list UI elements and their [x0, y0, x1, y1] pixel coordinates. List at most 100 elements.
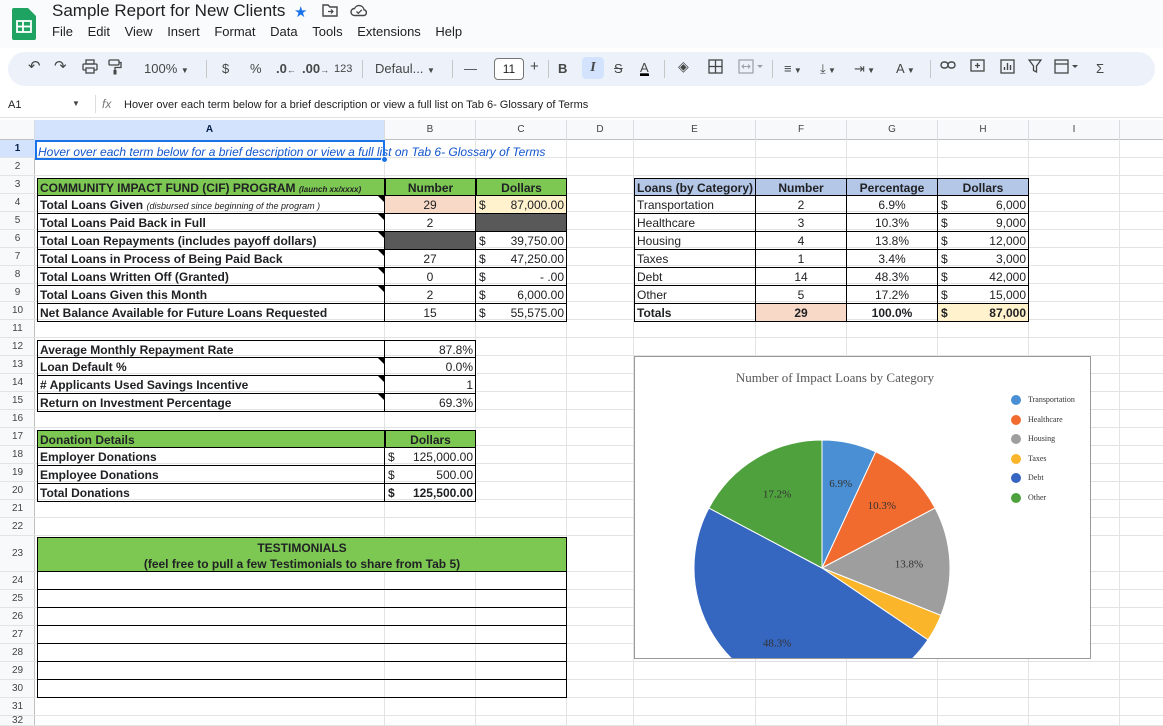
- insert-comment-icon[interactable]: [970, 59, 985, 78]
- insert-link-icon[interactable]: [940, 59, 956, 75]
- column-header[interactable]: I: [1029, 120, 1120, 140]
- category-percentage[interactable]: 3.4%: [847, 250, 938, 268]
- metric-label[interactable]: Loan Default %: [37, 358, 385, 376]
- category-dollars[interactable]: $15,000: [938, 286, 1029, 304]
- testimonial-row[interactable]: [37, 644, 567, 662]
- row-header[interactable]: 8: [0, 266, 35, 284]
- category-name[interactable]: Taxes: [634, 250, 756, 268]
- category-name[interactable]: Housing: [634, 232, 756, 250]
- row-header[interactable]: 7: [0, 248, 35, 266]
- print-icon[interactable]: [82, 59, 98, 78]
- sheets-logo-icon[interactable]: [12, 8, 36, 40]
- insert-chart-icon[interactable]: [1000, 59, 1015, 78]
- font-family-select[interactable]: Defaul... ▼: [375, 61, 435, 79]
- filter-views-icon[interactable]: [1054, 59, 1080, 78]
- row-header[interactable]: 3: [0, 176, 35, 194]
- program-row-dollars[interactable]: $6,000.00: [476, 286, 567, 304]
- zoom-select[interactable]: 100% ▼: [144, 61, 189, 79]
- category-header[interactable]: Loans (by Category): [634, 178, 756, 196]
- column-header[interactable]: F: [756, 120, 847, 140]
- donation-row-value[interactable]: $500.00: [385, 466, 476, 484]
- testimonial-row[interactable]: [37, 572, 567, 590]
- more-formats-button[interactable]: 123: [334, 61, 352, 77]
- formula-input[interactable]: Hover over each term below for a brief d…: [124, 99, 588, 111]
- row-header[interactable]: 29: [0, 662, 35, 680]
- program-row-number[interactable]: [385, 232, 476, 250]
- program-row-number[interactable]: 29: [385, 196, 476, 214]
- row-header[interactable]: 23: [0, 536, 35, 572]
- row-header[interactable]: 17: [0, 428, 35, 446]
- row-header[interactable]: 10: [0, 302, 35, 320]
- program-row-label[interactable]: Total Loan Repayments (includes payoff d…: [37, 232, 385, 250]
- menu-help[interactable]: Help: [435, 24, 462, 39]
- category-name[interactable]: Other: [634, 286, 756, 304]
- program-number-header[interactable]: Number: [385, 178, 476, 196]
- program-row-label[interactable]: Net Balance Available for Future Loans R…: [37, 304, 385, 322]
- horizontal-align-icon[interactable]: ≡ ▼: [784, 61, 802, 79]
- program-row-label[interactable]: Total Loans Paid Back in Full: [37, 214, 385, 232]
- increase-decimal-button[interactable]: .00→: [302, 61, 329, 78]
- program-row-number[interactable]: 2: [385, 214, 476, 232]
- donation-row-label[interactable]: Employee Donations: [37, 466, 385, 484]
- row-header[interactable]: 5: [0, 212, 35, 230]
- category-number[interactable]: 14: [756, 268, 847, 286]
- row-header[interactable]: 21: [0, 500, 35, 518]
- category-number[interactable]: 1: [756, 250, 847, 268]
- menu-file[interactable]: File: [52, 24, 73, 39]
- row-header[interactable]: 32: [0, 716, 35, 726]
- column-header[interactable]: C: [476, 120, 567, 140]
- column-header[interactable]: E: [634, 120, 756, 140]
- program-row-number[interactable]: 2: [385, 286, 476, 304]
- category-dollars[interactable]: $3,000: [938, 250, 1029, 268]
- cell-a1-intro[interactable]: Hover over each term below for a brief d…: [36, 143, 576, 161]
- row-header[interactable]: 20: [0, 482, 35, 500]
- row-header[interactable]: 25: [0, 590, 35, 608]
- category-name[interactable]: Debt: [634, 268, 756, 286]
- donation-row-label[interactable]: Total Donations: [37, 484, 385, 502]
- row-header[interactable]: 2: [0, 158, 35, 176]
- program-row-dollars[interactable]: $87,000.00: [476, 196, 567, 214]
- category-dollars[interactable]: $12,000: [938, 232, 1029, 250]
- menu-data[interactable]: Data: [270, 24, 297, 39]
- row-header[interactable]: 6: [0, 230, 35, 248]
- italic-button[interactable]: I: [582, 57, 604, 79]
- borders-icon[interactable]: [708, 59, 723, 78]
- pie-chart[interactable]: Number of Impact Loans by Category 6.9% 1…: [634, 356, 1091, 659]
- program-row-dollars[interactable]: $47,250.00: [476, 250, 567, 268]
- category-number[interactable]: 29: [756, 304, 847, 322]
- menu-edit[interactable]: Edit: [88, 24, 110, 39]
- category-header[interactable]: Dollars: [938, 178, 1029, 196]
- row-header[interactable]: 4: [0, 194, 35, 212]
- category-dollars[interactable]: $6,000: [938, 196, 1029, 214]
- paint-format-icon[interactable]: [108, 59, 122, 79]
- program-row-label[interactable]: Total Loans Given this Month: [37, 286, 385, 304]
- undo-icon[interactable]: ↶: [28, 59, 41, 75]
- document-title[interactable]: Sample Report for New Clients: [52, 1, 285, 21]
- program-dollars-header[interactable]: Dollars: [476, 178, 567, 196]
- strikethrough-button[interactable]: S: [614, 61, 623, 77]
- move-to-folder-icon[interactable]: [322, 3, 338, 21]
- testimonial-row[interactable]: [37, 680, 567, 698]
- program-row-label[interactable]: Total Loans Written Off (Granted): [37, 268, 385, 286]
- vertical-align-icon[interactable]: ⤓ ▼: [820, 61, 836, 79]
- text-wrapping-icon[interactable]: ⇥ ▼: [854, 61, 875, 79]
- star-icon[interactable]: ★: [294, 3, 307, 21]
- column-header[interactable]: H: [938, 120, 1029, 140]
- row-header[interactable]: 1: [0, 140, 35, 158]
- category-percentage[interactable]: 17.2%: [847, 286, 938, 304]
- text-color-button[interactable]: A: [640, 61, 649, 76]
- donation-title-cell[interactable]: Donation Details: [37, 430, 385, 448]
- font-size-input[interactable]: 11: [494, 58, 524, 80]
- testimonials-header[interactable]: TESTIMONIALS (feel free to pull a few Te…: [37, 537, 567, 572]
- category-name[interactable]: Transportation: [634, 196, 756, 214]
- program-row-dollars[interactable]: $55,575.00: [476, 304, 567, 322]
- row-header[interactable]: 13: [0, 356, 35, 374]
- testimonial-row[interactable]: [37, 590, 567, 608]
- category-percentage[interactable]: 10.3%: [847, 214, 938, 232]
- category-percentage[interactable]: 100.0%: [847, 304, 938, 322]
- metric-value[interactable]: 0.0%: [385, 358, 476, 376]
- row-header[interactable]: 12: [0, 338, 35, 356]
- program-row-number[interactable]: 0: [385, 268, 476, 286]
- row-header[interactable]: 22: [0, 518, 35, 536]
- cloud-saved-icon[interactable]: [350, 3, 368, 21]
